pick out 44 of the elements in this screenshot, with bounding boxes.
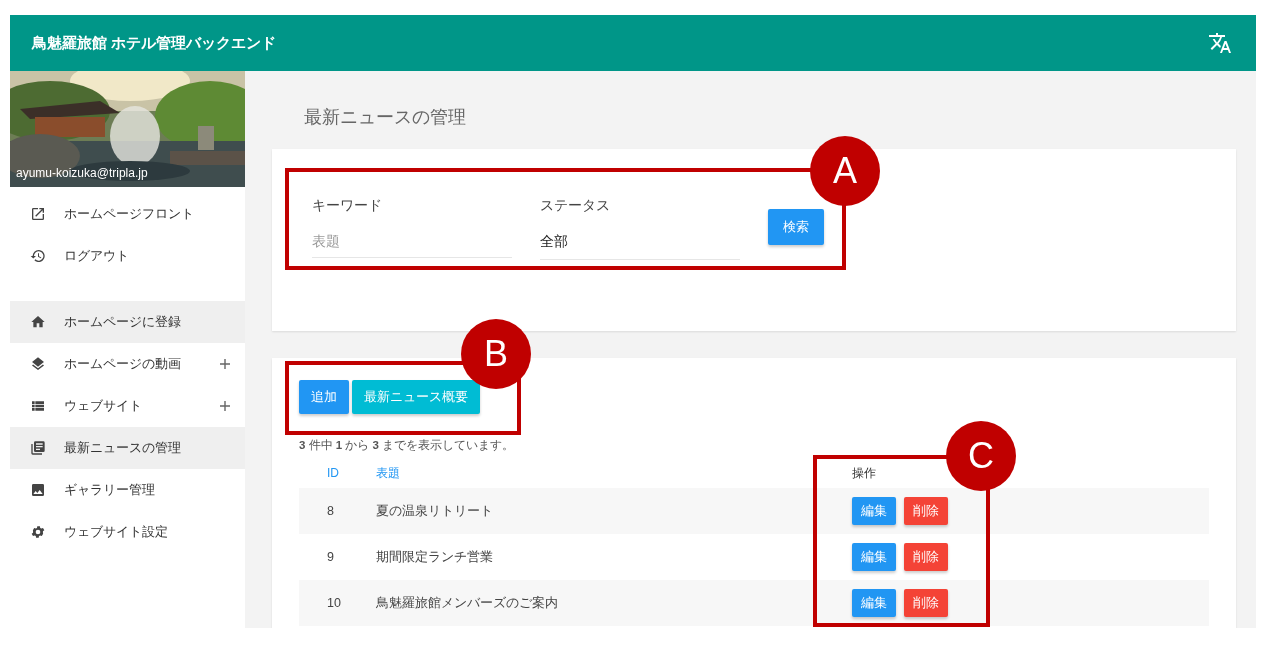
plus-icon[interactable]: [219, 358, 231, 370]
app-title: 鳥魅羅旅館 ホテル管理バックエンド: [32, 33, 277, 53]
sidebar-link[interactable]: ログアウト: [10, 235, 245, 277]
edit-button[interactable]: 編集: [852, 497, 896, 525]
edit-button[interactable]: 編集: [852, 589, 896, 617]
sidebar-item[interactable]: ホームページの動画: [10, 343, 245, 385]
action-button[interactable]: 最新ニュース概要: [352, 380, 480, 414]
sidebar-item[interactable]: ウェブサイト設定: [10, 511, 245, 553]
sidebar-item[interactable]: ギャラリー管理: [10, 469, 245, 511]
column-header[interactable]: 表題: [376, 464, 852, 482]
edit-button[interactable]: 編集: [852, 543, 896, 571]
sidebar-item[interactable]: 最新ニュースの管理: [10, 427, 245, 469]
table-cell-text: 9: [326, 550, 335, 564]
image-icon: [30, 482, 46, 498]
table-cell-text: 夏の温泉リトリート: [376, 502, 494, 520]
table-cell-text: 期間限定ランチ営業: [376, 548, 494, 566]
delete-button[interactable]: 削除: [904, 543, 948, 571]
home-icon: [30, 314, 46, 330]
layers-icon: [30, 356, 46, 372]
sidebar-link[interactable]: ホームページフロント: [10, 193, 245, 235]
library-icon: [30, 440, 46, 456]
delete-button[interactable]: 削除: [904, 497, 948, 525]
status-select[interactable]: 全部: [540, 229, 740, 260]
action-button[interactable]: 追加: [299, 380, 349, 414]
translate-icon[interactable]: [1208, 31, 1232, 55]
result-summary: 3 件中 1 から 3 までを表示しています。: [299, 438, 516, 452]
sidebar-item[interactable]: ウェブサイト: [10, 385, 245, 427]
field-label: キーワード: [312, 197, 383, 215]
page-title: 最新ニュースの管理: [304, 106, 467, 129]
field-label: ステータス: [540, 197, 611, 215]
history-icon: [30, 248, 46, 264]
column-header: 操作: [852, 464, 876, 482]
user-email: ayumu-koizuka@tripla.jp: [16, 166, 148, 180]
settings-icon: [30, 524, 46, 540]
plus-icon[interactable]: [219, 400, 231, 412]
external-link-icon: [30, 206, 46, 222]
table-cell-text: 8: [326, 504, 335, 518]
table-cell-text: 鳥魅羅旅館メンバーズのご案内: [376, 594, 559, 612]
table-cell-text: 10: [326, 596, 342, 610]
column-header[interactable]: ID: [299, 466, 376, 480]
sidebar-item[interactable]: ホームページに登録: [10, 301, 245, 343]
search-button[interactable]: 検索: [768, 209, 824, 245]
list-icon: [30, 398, 46, 414]
delete-button[interactable]: 削除: [904, 589, 948, 617]
